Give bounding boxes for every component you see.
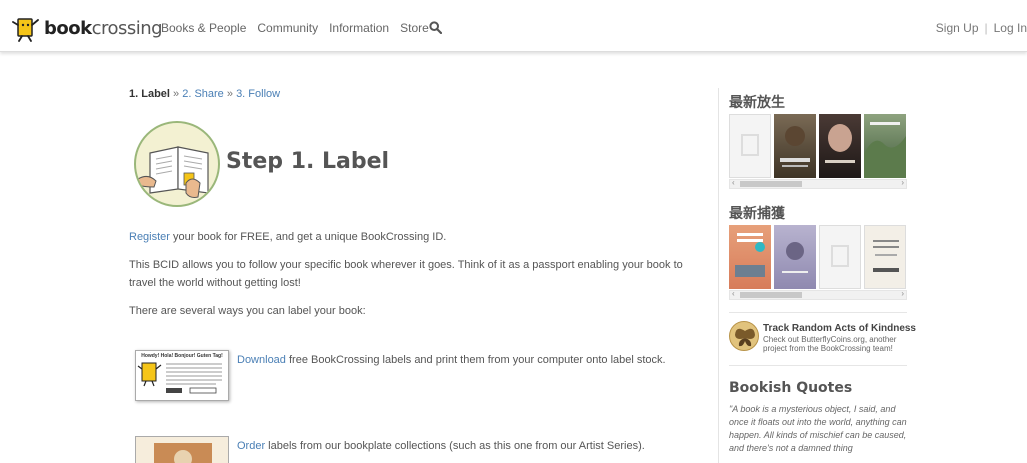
logo-wordmark: bookcrossing xyxy=(44,17,163,39)
bookish-quote-text: "A book is a mysterious object, I said, … xyxy=(729,404,907,453)
nav-information[interactable]: Information xyxy=(329,21,389,35)
bookplate-sample-image[interactable] xyxy=(135,436,229,463)
download-link[interactable]: Download xyxy=(237,354,286,366)
main-nav: Books & People Community Information Sto… xyxy=(161,21,429,35)
order-paragraph: Order labels from our bookplate collecti… xyxy=(237,437,707,455)
order-link[interactable]: Order xyxy=(237,440,265,452)
auth-links: Sign Up | Log In xyxy=(936,21,1027,35)
latest-caught-carousel xyxy=(729,225,907,293)
label-sample-graphic xyxy=(137,362,222,394)
label-sample-image[interactable]: Howdy! Hola! Bonjour! Guten Tag! xyxy=(135,350,229,401)
scrollbar-thumb[interactable] xyxy=(740,181,802,187)
latest-released-scrollbar[interactable]: ‹ › xyxy=(729,178,907,189)
book-cover[interactable] xyxy=(774,225,816,289)
butterfly-coins-promo[interactable]: Track Random Acts of Kindness Check out … xyxy=(729,321,916,357)
butterfly-coin-icon xyxy=(729,321,759,351)
sidebar-separator xyxy=(729,312,907,313)
book-cover-placeholder[interactable] xyxy=(729,114,771,178)
book-cover[interactable] xyxy=(819,114,861,178)
step-label-illustration xyxy=(134,121,220,207)
latest-caught-scrollbar[interactable]: ‹ › xyxy=(729,289,907,300)
book-cover[interactable] xyxy=(864,114,906,178)
bcid-paragraph: This BCID allows you to follow your spec… xyxy=(129,259,683,289)
download-paragraph: Download free BookCrossing labels and pr… xyxy=(237,351,707,369)
scroll-left-icon[interactable]: ‹ xyxy=(732,178,735,187)
latest-released-heading: 最新放生 xyxy=(729,95,785,111)
register-link[interactable]: Register xyxy=(129,231,170,243)
nav-books-people[interactable]: Books & People xyxy=(161,21,246,35)
site-header: bookcrossing Books & People Community In… xyxy=(0,0,1027,52)
promo-title: Track Random Acts of Kindness xyxy=(763,323,916,334)
latest-released-carousel xyxy=(729,114,907,182)
site-logo[interactable]: bookcrossing xyxy=(12,12,163,44)
auth-separator: | xyxy=(984,21,988,35)
book-cover[interactable] xyxy=(729,225,771,289)
scroll-left-icon[interactable]: ‹ xyxy=(732,289,735,298)
promo-text: Check out ButterflyCoins.org, another pr… xyxy=(763,335,897,353)
breadcrumb-separator: » xyxy=(226,88,233,100)
signup-link[interactable]: Sign Up xyxy=(936,21,979,35)
breadcrumb-step-follow[interactable]: 3. Follow xyxy=(236,88,280,100)
nav-community[interactable]: Community xyxy=(257,21,318,35)
step-breadcrumb: 1. Label » 2. Share » 3. Follow xyxy=(129,88,280,100)
open-book-hands-icon xyxy=(137,146,209,198)
sidebar-divider xyxy=(718,88,719,463)
scrollbar-thumb[interactable] xyxy=(740,292,802,298)
book-mascot-icon xyxy=(12,18,39,42)
book-cover-placeholder[interactable] xyxy=(819,225,861,289)
download-text: free BookCrossing labels and print them … xyxy=(285,354,666,366)
label-ways-paragraph: There are several ways you can label you… xyxy=(129,305,366,317)
breadcrumb-step-share[interactable]: 2. Share xyxy=(182,88,224,100)
sidebar-separator xyxy=(729,365,907,366)
scroll-right-icon[interactable]: › xyxy=(901,289,904,298)
order-text: labels from our bookplate collections (s… xyxy=(265,440,645,452)
search-icon[interactable] xyxy=(429,21,442,34)
nav-store[interactable]: Store xyxy=(400,21,429,35)
breadcrumb-step-label: 1. Label xyxy=(129,88,170,100)
scroll-right-icon[interactable]: › xyxy=(901,178,904,187)
login-link[interactable]: Log In xyxy=(994,21,1027,35)
book-cover[interactable] xyxy=(864,225,906,289)
register-text: your book for FREE, and get a unique Boo… xyxy=(169,231,447,243)
bookish-quotes-heading: Bookish Quotes xyxy=(729,380,853,396)
page-title: Step 1. Label xyxy=(226,149,390,174)
latest-caught-heading: 最新捕獲 xyxy=(729,206,785,222)
artist-bookplate-graphic xyxy=(154,443,212,463)
book-cover[interactable] xyxy=(774,114,816,178)
breadcrumb-separator: » xyxy=(173,88,180,100)
register-paragraph: Register your book for FREE, and get a u… xyxy=(129,228,704,246)
